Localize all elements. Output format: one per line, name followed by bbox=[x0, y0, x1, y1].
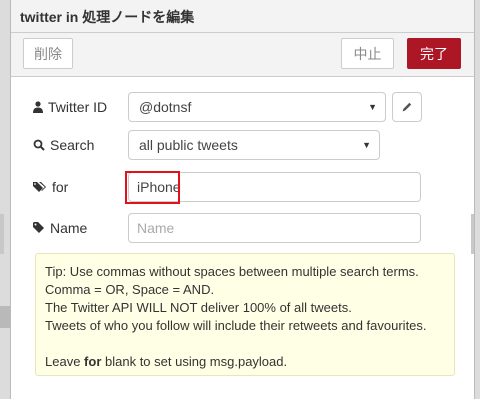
for-label: for bbox=[33, 179, 128, 195]
done-button[interactable]: 完了 bbox=[407, 38, 461, 69]
pencil-icon bbox=[402, 102, 412, 112]
tip-line: The Twitter API WILL NOT deliver 100% of… bbox=[45, 300, 352, 315]
tray-toolbar: 削除 中止 完了 bbox=[11, 33, 474, 77]
name-label: Name bbox=[33, 220, 128, 236]
tray-title: twitter in 処理ノードを編集 bbox=[11, 0, 474, 33]
search-row: Search all public tweets ▼ bbox=[33, 130, 380, 160]
for-input[interactable]: iPhone bbox=[128, 172, 421, 202]
tip-box: Tip: Use commas without spaces between m… bbox=[35, 253, 455, 376]
name-input[interactable]: Name bbox=[128, 213, 421, 243]
resize-handle[interactable] bbox=[0, 306, 10, 328]
delete-button[interactable]: 削除 bbox=[23, 38, 73, 69]
twitter-id-row: Twitter ID @dotnsf ▼ bbox=[33, 92, 422, 122]
name-placeholder: Name bbox=[137, 220, 175, 236]
chevron-down-icon: ▼ bbox=[362, 140, 371, 150]
user-icon bbox=[33, 101, 43, 113]
tag-icon bbox=[33, 222, 44, 233]
tip-line: Tip: Use commas without spaces between m… bbox=[45, 264, 419, 279]
twitter-id-select[interactable]: @dotnsf ▼ bbox=[128, 92, 386, 122]
name-row: Name Name bbox=[33, 213, 421, 243]
right-scrollbar[interactable] bbox=[471, 214, 474, 254]
search-select[interactable]: all public tweets ▼ bbox=[128, 130, 380, 160]
edit-node-tray: twitter in 処理ノードを編集 削除 中止 完了 Twitter ID … bbox=[10, 0, 475, 399]
tip-line: Leave for blank to set using msg.payload… bbox=[45, 354, 288, 369]
twitter-id-label: Twitter ID bbox=[33, 99, 128, 115]
search-icon bbox=[33, 139, 45, 151]
left-scrollbar[interactable] bbox=[0, 214, 4, 254]
tags-icon bbox=[33, 182, 46, 192]
tip-line: Tweets of who you follow will include th… bbox=[45, 318, 427, 333]
search-label: Search bbox=[33, 137, 128, 153]
cancel-button[interactable]: 中止 bbox=[341, 38, 394, 69]
for-row: for iPhone bbox=[33, 172, 421, 202]
chevron-down-icon: ▼ bbox=[368, 102, 377, 112]
edit-twitter-config-button[interactable] bbox=[392, 92, 422, 122]
tip-spacer bbox=[45, 335, 445, 353]
tip-line: Comma = OR, Space = AND. bbox=[45, 282, 215, 297]
